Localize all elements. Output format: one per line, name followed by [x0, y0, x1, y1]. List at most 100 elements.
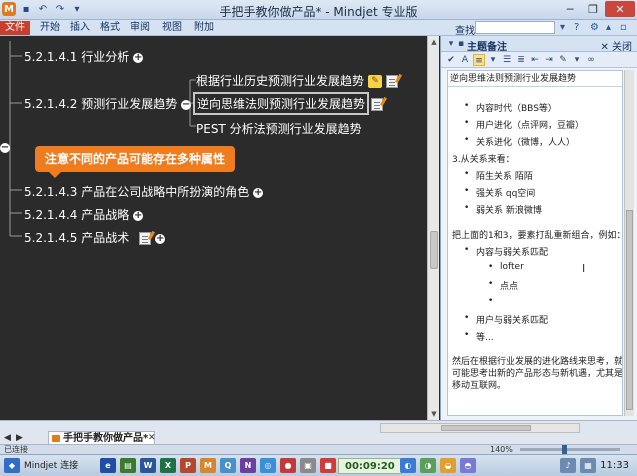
topic-product-strategy[interactable]: 5.2.1.4.4 产品战略 +: [24, 206, 144, 223]
help-icon[interactable]: ?: [574, 22, 579, 33]
note-icon[interactable]: [371, 98, 383, 111]
subtopic-history-prediction[interactable]: 根据行业历史预测行业发展趋势 ✎: [196, 72, 399, 89]
topic-product-tactics[interactable]: 5.2.1.4.5 产品战术 +: [24, 229, 166, 246]
note-line: 用户与弱关系匹配: [464, 313, 548, 326]
font-icon[interactable]: A: [459, 54, 471, 66]
tab-close-button[interactable]: ✕: [148, 433, 156, 443]
tab-review[interactable]: 审阅: [126, 21, 154, 35]
collapse-button[interactable]: −: [181, 99, 192, 110]
onenote-icon[interactable]: N: [240, 458, 256, 473]
note-line: 3.从关系来看：: [452, 155, 515, 165]
topic-product-role[interactable]: 5.2.1.4.3 产品在公司战略中所扮演的角色 +: [24, 183, 264, 200]
zoom-slider[interactable]: [520, 445, 620, 454]
tray-app-icon[interactable]: ◓: [460, 458, 476, 473]
add-subtopic-button[interactable]: +: [155, 233, 166, 244]
callout-note[interactable]: 注意不同的产品可能存在多种属性: [35, 146, 236, 178]
tab-home[interactable]: 开始: [36, 21, 64, 35]
note-line: 强关系 qq空间: [464, 186, 535, 199]
scroll-down-icon[interactable]: ▼: [428, 408, 440, 420]
highlight-icon[interactable]: ✎: [557, 54, 569, 66]
mindmap-canvas[interactable]: − 5.2.1.4.1 行业分析 + 5.2.1.4.2 预测行业发展趋势 − 根据…: [0, 36, 427, 420]
tab-format[interactable]: 格式: [96, 21, 124, 35]
restore-icon[interactable]: ▫: [620, 22, 627, 33]
minimize-button[interactable]: ─: [559, 1, 581, 17]
subtopic-pest-analysis[interactable]: PEST 分析法预测行业发展趋势: [196, 120, 362, 137]
indent-icon[interactable]: ⇥: [543, 54, 555, 66]
note-line: 等...: [464, 330, 493, 343]
add-subtopic-button[interactable]: +: [133, 210, 144, 221]
link-icon[interactable]: ∞: [585, 54, 597, 66]
canvas-vertical-scrollbar[interactable]: ▲ ▼: [427, 36, 439, 420]
topic-label: 5.2.1.4.4 产品战略: [24, 208, 130, 222]
browser-icon[interactable]: ◎: [260, 458, 276, 473]
canvas-horizontal-scrollbar[interactable]: [380, 423, 580, 433]
scroll-thumb[interactable]: [430, 231, 438, 269]
tab-view[interactable]: 视图: [158, 21, 186, 35]
maximize-button[interactable]: ❐: [582, 1, 604, 17]
tab-prev-icon[interactable]: ◀: [4, 433, 11, 443]
qq-icon[interactable]: Q: [220, 458, 236, 473]
outdent-icon[interactable]: ⇤: [529, 54, 541, 66]
note-line: 用户进化（点评网，豆瓣）: [464, 118, 584, 131]
note-line: 内容与弱关系匹配: [464, 245, 548, 258]
align-dropdown-icon[interactable]: ▾: [487, 54, 499, 66]
excel-icon[interactable]: X: [160, 458, 176, 473]
tab-insert[interactable]: 插入: [66, 21, 94, 35]
add-subtopic-button[interactable]: +: [133, 52, 144, 63]
note-icon[interactable]: [139, 232, 152, 245]
check-icon[interactable]: ✔: [445, 54, 457, 66]
note-line: 内容时代（BBS等）: [464, 101, 557, 114]
notes-icon: ▪: [457, 39, 465, 49]
hscroll-thumb[interactable]: [441, 425, 531, 431]
zoom-slider-knob[interactable]: [562, 445, 567, 454]
recorder-icon[interactable]: ●: [280, 458, 296, 473]
ribbon-tabs: 文件 开始 插入 格式 审阅 视图 附加 查找 ▾ ? ⚙ ▴ ▫: [0, 20, 637, 37]
find-dropdown-icon[interactable]: ▾: [560, 22, 565, 33]
numbering-icon[interactable]: ≣: [515, 54, 527, 66]
add-subtopic-button[interactable]: +: [253, 187, 264, 198]
mindjet-connect-item[interactable]: Mindjet 连接: [24, 458, 78, 474]
tab-addins[interactable]: 附加: [190, 21, 218, 35]
tray-app-icon[interactable]: ◒: [440, 458, 456, 473]
note-icon[interactable]: [386, 75, 399, 88]
notes-header: ▾ ▪ 主题备注 ✕ 关闭: [441, 36, 637, 53]
bullets-icon[interactable]: ☰: [501, 54, 513, 66]
tray-app-icon[interactable]: ◐: [400, 458, 416, 473]
document-tab[interactable]: 手把手教你做产品*: [48, 431, 156, 445]
topic-industry-analysis[interactable]: 5.2.1.4.1 行业分析 +: [24, 48, 144, 65]
tab-file[interactable]: 文件: [0, 21, 30, 35]
find-input[interactable]: [475, 21, 555, 34]
topic-label: 5.2.1.4.5 产品战术: [24, 231, 130, 245]
align-left-icon[interactable]: ≡: [473, 53, 485, 66]
window-controls: ─ ❐ ✕: [559, 1, 635, 17]
close-button[interactable]: ✕: [605, 1, 635, 17]
clock: 11:33: [600, 460, 629, 471]
network-icon[interactable]: ▦: [580, 458, 596, 473]
app-icon[interactable]: ▣: [300, 458, 316, 473]
hint-icon[interactable]: ✎: [368, 75, 383, 88]
volume-icon[interactable]: ♪: [560, 458, 576, 473]
color-dropdown-icon[interactable]: ▾: [571, 54, 583, 66]
minimize-ribbon-icon[interactable]: ▴: [606, 22, 611, 33]
notes-scrollbar[interactable]: [624, 70, 634, 416]
ie-icon[interactable]: e: [100, 458, 116, 473]
record-stop-icon[interactable]: ■: [320, 458, 336, 473]
tray-app-icon[interactable]: ◑: [420, 458, 436, 473]
powerpoint-icon[interactable]: P: [180, 458, 196, 473]
settings-icon[interactable]: ⚙: [590, 22, 599, 33]
tab-next-icon[interactable]: ▶: [16, 433, 23, 443]
scroll-up-icon[interactable]: ▲: [428, 36, 440, 48]
notes-panel: ▾ ▪ 主题备注 ✕ 关闭 ✔ A ≡ ▾ ☰ ≣ ⇤ ⇥ ✎ ▾ ∞ 逆向思维…: [440, 36, 637, 420]
subtopic-reverse-thinking[interactable]: 逆向思维法则预测行业发展趋势: [193, 92, 370, 115]
start-icon[interactable]: ◆: [4, 458, 20, 473]
word-icon[interactable]: W: [140, 458, 156, 473]
folder-icon[interactable]: ▤: [120, 458, 136, 473]
mindjet-icon[interactable]: M: [200, 458, 216, 473]
note-line: 把上面的1和3，要素打乱重新组合，例如：: [452, 231, 623, 241]
window-title: 手把手教你做产品* - Mindjet 专业版: [219, 5, 418, 19]
notes-editor[interactable]: 逆向思维法则预测行业发展趋势 内容时代（BBS等） 用户进化（点评网，豆瓣） 关…: [447, 70, 623, 416]
notes-close-button[interactable]: ✕ 关闭: [600, 38, 632, 53]
root-collapse-button[interactable]: −: [0, 143, 10, 153]
topic-predict-industry-trend[interactable]: 5.2.1.4.2 预测行业发展趋势 −: [24, 95, 192, 112]
notes-scroll-thumb[interactable]: [626, 210, 633, 410]
